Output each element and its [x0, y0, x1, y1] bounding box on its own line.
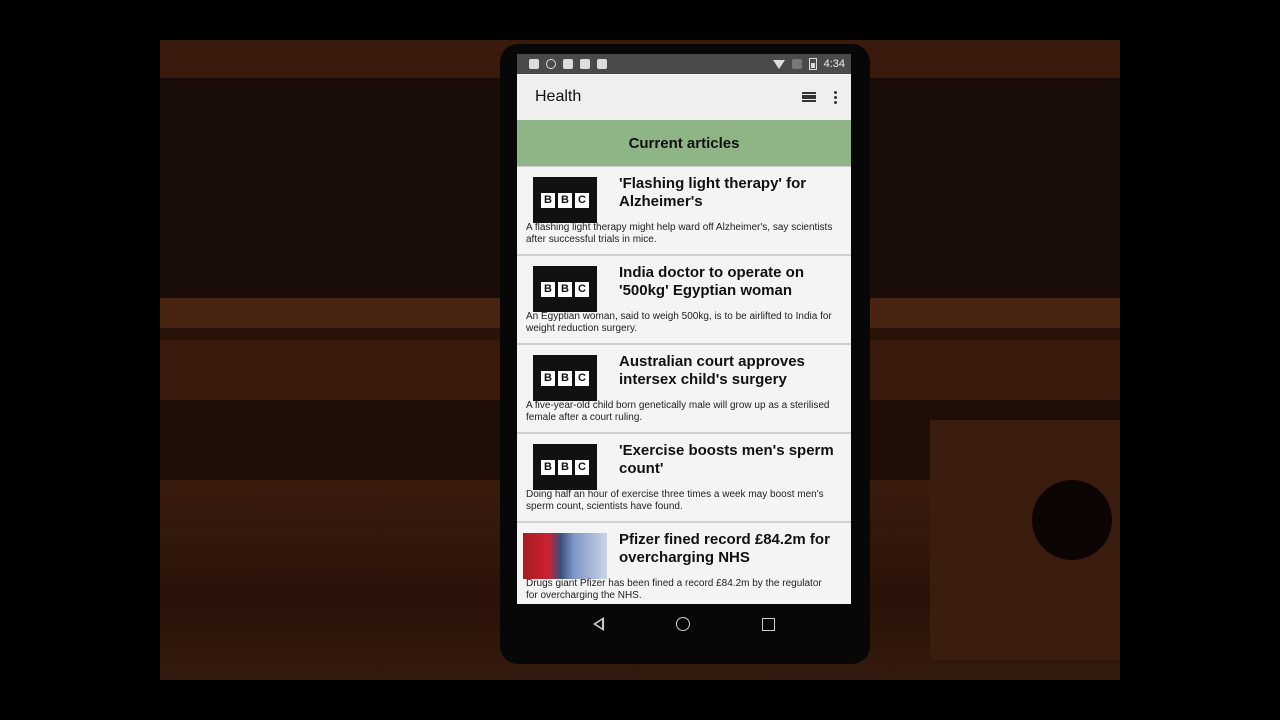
status-bar: 4:34: [517, 54, 851, 74]
section-header: Current articles: [517, 120, 851, 167]
android-notification-icon: [597, 59, 607, 69]
facebook-notification-icon: [529, 59, 539, 69]
article-item[interactable]: B B C India doctor to operate on '500kg' Eg…: [517, 256, 851, 345]
bbc-logo: BBC: [533, 444, 597, 490]
battery-icon: [808, 58, 817, 70]
back-icon[interactable]: [593, 617, 604, 631]
article-summary: An Egyptian woman, said to weigh 500kg, …: [526, 311, 832, 334]
article-summary: Drugs giant Pfizer has been fined a reco…: [526, 578, 822, 601]
article-item[interactable]: B B C Australian court approves intersex ch…: [517, 345, 851, 434]
list-view-icon[interactable]: [802, 92, 816, 102]
article-summary: Doing half an hour of exercise three tim…: [526, 489, 824, 512]
article-title: Australian court approves intersex child…: [619, 353, 805, 388]
home-icon[interactable]: [676, 617, 690, 631]
no-sim-icon: [791, 59, 802, 69]
app-bar: Health: [517, 74, 851, 120]
article-list: B B C 'Flashing light therapy' for Alzheime…: [517, 167, 851, 604]
article-item[interactable]: B B C 'Exercise boosts men's sperm count' Do…: [517, 434, 851, 523]
article-item[interactable]: B B C 'Flashing light therapy' for Alzheime…: [517, 167, 851, 256]
recent-apps-icon[interactable]: [762, 617, 775, 631]
article-title: Pfizer fined record £84.2m for overcharg…: [619, 531, 830, 566]
article-summary: A five-year-old child born genetically m…: [526, 400, 830, 423]
status-time: 4:34: [823, 58, 845, 70]
article-title: 'Flashing light therapy' for Alzheimer's: [619, 175, 807, 210]
article-title: 'Exercise boosts men's sperm count': [619, 442, 834, 477]
app-notification-icon: [580, 59, 590, 69]
bbc-logo: BBC: [533, 177, 597, 223]
bbc-logo: BBC: [533, 266, 597, 312]
page-title: Health: [535, 88, 582, 105]
article-title: India doctor to operate on '500kg' Egypt…: [619, 264, 805, 299]
article-photo: [523, 533, 607, 579]
bbc-logo: BBC: [533, 355, 597, 401]
article-summary: A flashing light therapy might help ward…: [526, 222, 833, 245]
nav-bar: [517, 604, 851, 644]
wifi-icon: [772, 59, 785, 69]
article-item[interactable]: Pfizer fined record £84.2m for overcharg…: [517, 523, 851, 604]
info-notification-icon: [546, 59, 556, 69]
lock-notification-icon: [563, 59, 573, 69]
overflow-menu-icon[interactable]: [834, 90, 837, 104]
phone-screen: 4:34 Health Current articles B B C 'Flashin…: [517, 54, 851, 604]
